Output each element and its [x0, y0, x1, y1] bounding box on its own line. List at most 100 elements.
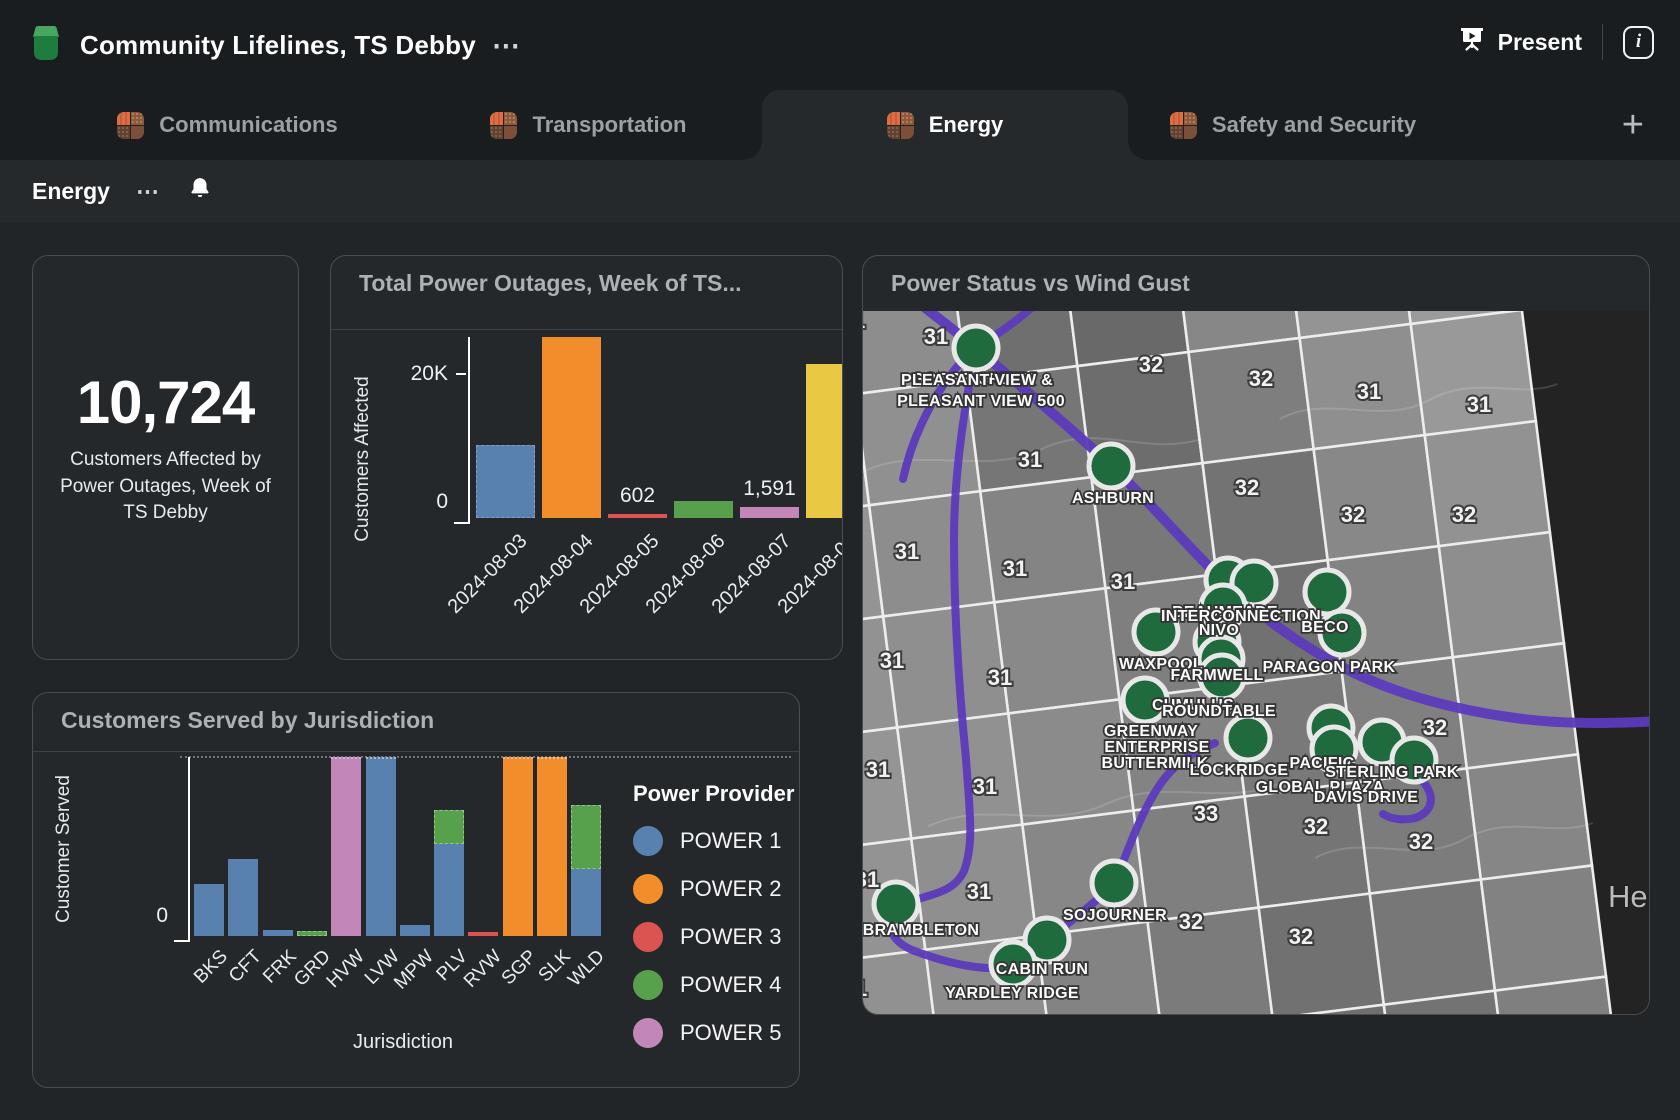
x-tick-label: 2024-08-03 [409, 530, 531, 652]
bar-2024-08-03[interactable] [476, 445, 535, 518]
wind-gust-value: 32 [1249, 366, 1273, 391]
legend-label: POWER 2 [680, 876, 781, 902]
station-label: PARAGON PARK [1263, 659, 1396, 676]
bar-2024-08-07[interactable] [740, 507, 799, 518]
wind-gust-value: 31 [863, 867, 879, 892]
y-tick-0: 0 [380, 490, 448, 514]
legend-label: POWER 1 [680, 828, 781, 854]
station-label: NIVO [1199, 622, 1239, 639]
bar-2024-08-06[interactable] [674, 501, 733, 518]
segment-PLV-power4[interactable] [434, 810, 464, 844]
wind-gust-value: 32 [1409, 829, 1433, 854]
wind-gust-value: 31 [1111, 569, 1135, 594]
grid-cell [994, 588, 1119, 713]
map-canvas[interactable]: GOOSE CREEKPLEASANT VIEW &PLEASANT VIEW … [863, 311, 1649, 1014]
grid-cell [869, 491, 994, 616]
grid-cell [1425, 421, 1550, 546]
tab-transportation[interactable]: Transportation [415, 90, 762, 160]
info-button[interactable]: i [1623, 26, 1654, 59]
tab-safety-and-security[interactable]: Safety and Security [1128, 90, 1458, 160]
segment-MPW-power1[interactable] [400, 925, 430, 936]
y-axis-title: Customer Served [53, 734, 75, 964]
map-title: Power Status vs Wind Gust [891, 270, 1629, 297]
station-label: YARDLEY RIDGE [945, 985, 1079, 1002]
wind-gust-value: 32 [1423, 715, 1447, 740]
y-tick-0: 0 [110, 904, 168, 928]
power-station-marker[interactable] [1092, 861, 1136, 905]
legend-item-power-1: POWER 1 [633, 826, 781, 856]
brand: Community Lifelines, TS Debby ⋯ [28, 24, 522, 67]
place-label: Herndon [1608, 879, 1649, 914]
station-label: BRAMBLETON [863, 922, 979, 939]
indicator-label: Customers Affected by Power Outages, Wee… [48, 447, 283, 528]
segment-RVW-power3[interactable] [468, 932, 498, 936]
subheader-title: Energy [32, 178, 110, 205]
segment-SLK-power2[interactable] [537, 757, 567, 936]
y-tick-20k: 20K [380, 362, 448, 386]
bar-data-label: 602 [590, 484, 686, 508]
wind-gust-grid [863, 311, 1646, 1015]
indicator-value: 10,724 [77, 368, 255, 437]
header-divider [1602, 24, 1603, 60]
segment-FRK-power1[interactable] [263, 930, 293, 936]
segment-BKS-power1[interactable] [194, 884, 224, 936]
wind-gust-value: 31 [895, 539, 919, 564]
legend-swatch [633, 1018, 663, 1048]
wind-gust-value: 31 [1357, 379, 1381, 404]
power-station-marker[interactable] [954, 326, 998, 370]
tab-communications[interactable]: Communications [40, 90, 415, 160]
grid-cell [1259, 894, 1384, 1015]
bar-chart-card: Total Power Outages, Week of TS... Custo… [330, 255, 843, 660]
grid-cell [1188, 338, 1313, 463]
bar-2024-08-08[interactable] [806, 364, 843, 518]
segment-LVW-power1[interactable] [366, 757, 396, 936]
power-station-marker[interactable] [1226, 716, 1270, 760]
bar-2024-08-05[interactable] [608, 514, 667, 518]
segment-WLD-power1[interactable] [571, 869, 601, 936]
present-button[interactable]: Present [1458, 25, 1582, 59]
tab-label: Communications [159, 112, 337, 138]
wind-gust-value: 31 [967, 879, 991, 904]
grid-cell [1467, 754, 1592, 879]
dashboard-tab-icon [117, 112, 144, 139]
y-axis-line [188, 757, 190, 942]
power-station-marker[interactable] [1089, 444, 1133, 488]
tab-energy[interactable]: Energy [762, 90, 1128, 160]
notification-bell-icon[interactable] [187, 176, 213, 207]
grid-cell [1203, 449, 1328, 574]
subheader-overflow-menu-icon[interactable]: ⋯ [136, 181, 161, 201]
segment-WLD-power4[interactable] [571, 805, 601, 869]
tab-label: Energy [929, 112, 1004, 138]
segment-HVW-power5[interactable] [331, 757, 361, 936]
segment-GRD-power4[interactable] [297, 931, 327, 936]
legend-swatch [633, 922, 663, 952]
subheader: Energy ⋯ [0, 160, 1680, 222]
station-label: ASHBURN [1072, 490, 1154, 507]
station-label: SOJOURNER [1063, 907, 1167, 924]
legend-label: POWER 3 [680, 924, 781, 950]
wind-gust-value: 31 [1467, 392, 1491, 417]
grid-cell [1370, 880, 1495, 1005]
top-header-bar: Community Lifelines, TS Debby ⋯ Present … [0, 0, 1680, 90]
station-label: ENTERPRISE [1104, 739, 1209, 756]
station-label: FARMWELL [1170, 667, 1263, 684]
wind-gust-map[interactable]: GOOSE CREEKPLEASANT VIEW &PLEASANT VIEW … [863, 311, 1649, 1015]
wind-gust-value: 31 [863, 976, 867, 1001]
station-label: INTERCONNECTION [1161, 608, 1321, 625]
power-station-marker[interactable] [874, 882, 918, 926]
wind-gust-value: 32 [1139, 352, 1163, 377]
header-overflow-menu-icon[interactable]: ⋯ [492, 36, 522, 56]
wind-gust-value: 32 [1179, 909, 1203, 934]
segment-PLV-power1[interactable] [434, 844, 464, 936]
y-axis-line [468, 337, 470, 524]
wind-gust-value: 33 [1194, 801, 1218, 826]
add-tab-button[interactable]: + [1622, 106, 1644, 144]
stacked-chart-body: Customer Served0BKSCFTFRKGRDHVWLVWMPWPLV… [33, 693, 799, 1087]
y-axis-title: Customers Affected [352, 349, 374, 569]
legend-label: POWER 5 [680, 1020, 781, 1046]
segment-SGP-power2[interactable] [503, 757, 533, 936]
legend-label: POWER 4 [680, 972, 781, 998]
tab-bar: Communications Transportation Energy Safety… [0, 90, 1680, 160]
wind-gust-value: 32 [1341, 502, 1365, 527]
segment-CFT-power1[interactable] [228, 859, 258, 936]
